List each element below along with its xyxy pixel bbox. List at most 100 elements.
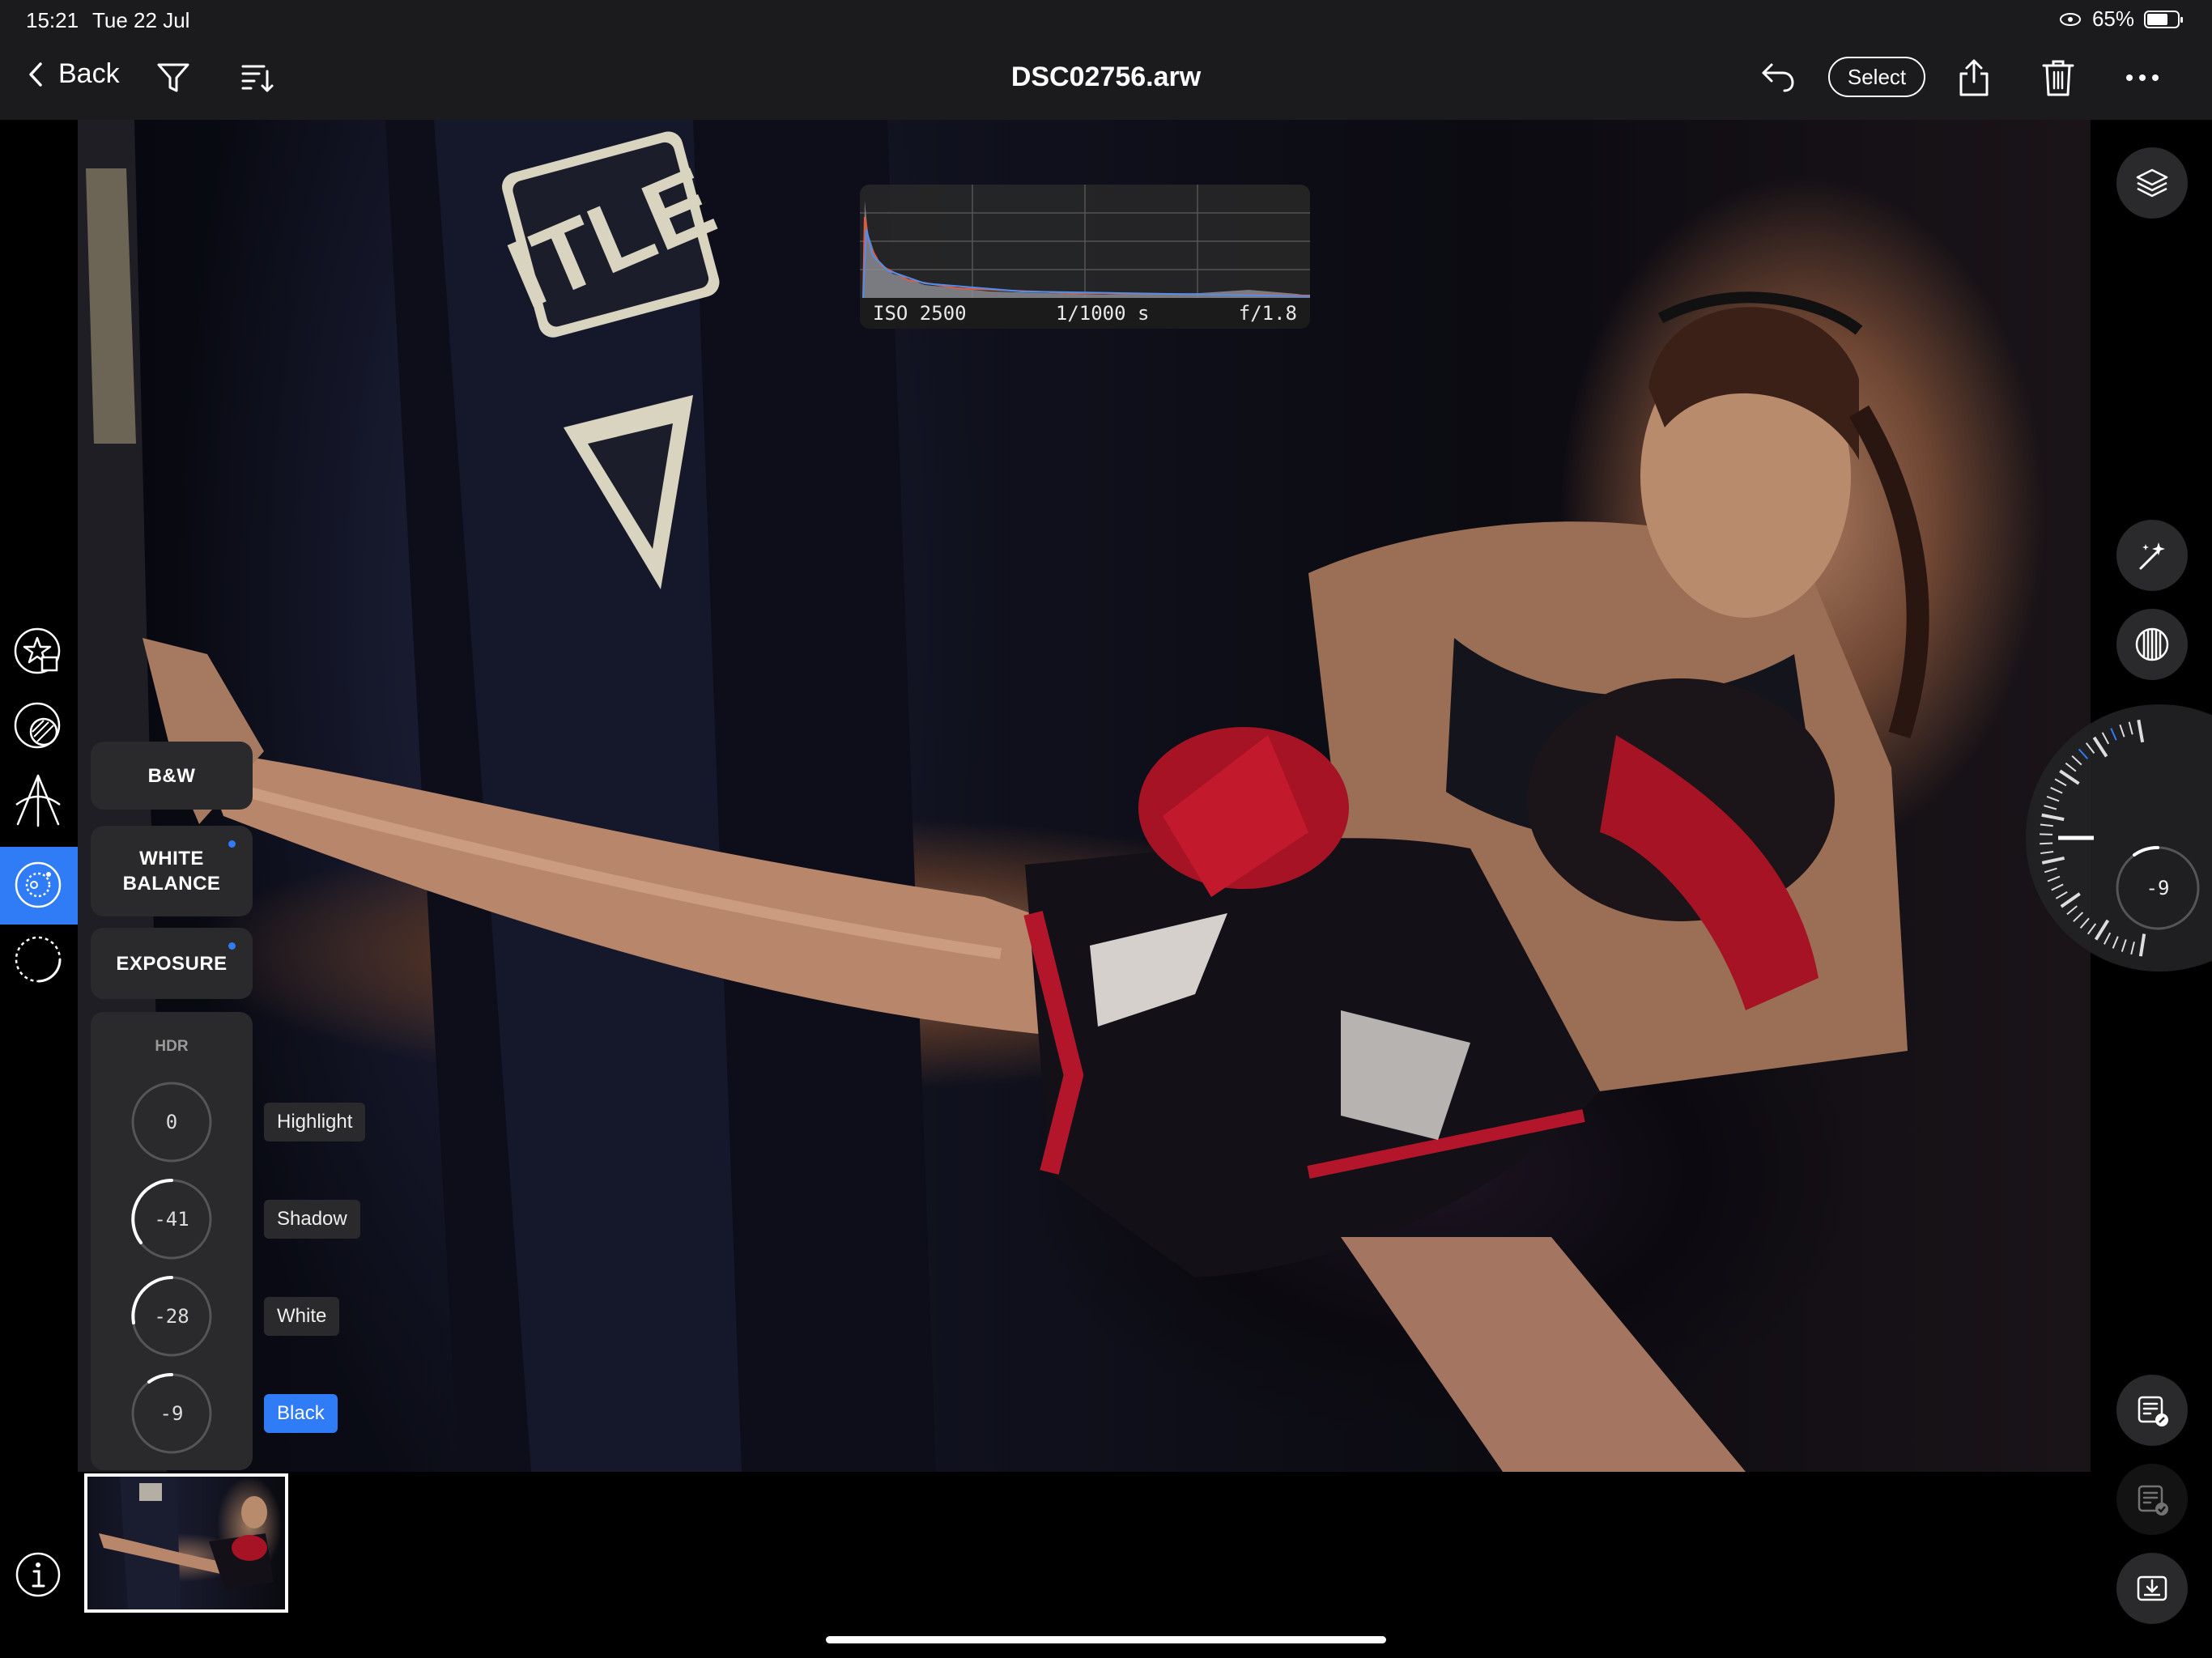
black-value: -9 xyxy=(160,1402,184,1425)
layers-icon xyxy=(2136,168,2168,198)
share-button[interactable] xyxy=(1953,57,1995,99)
black-label[interactable]: Black xyxy=(264,1394,338,1433)
export-button[interactable] xyxy=(2116,1553,2188,1624)
exif-aperture: f/1.8 xyxy=(1238,302,1297,325)
wheel-tick xyxy=(2137,719,2145,743)
wheel-tick xyxy=(2119,724,2125,738)
home-indicator[interactable] xyxy=(826,1636,1386,1643)
shadow-value: -41 xyxy=(154,1208,189,1231)
white-balance-button[interactable]: WHITE BALANCE xyxy=(91,826,253,916)
bw-button[interactable]: B&W xyxy=(91,742,253,810)
wheel-tick xyxy=(2055,891,2068,899)
exif-iso: ISO 2500 xyxy=(873,302,967,325)
wheel-tick xyxy=(2044,867,2057,874)
wheel-tick xyxy=(2087,923,2097,935)
auto-enhance-button[interactable] xyxy=(2116,520,2188,591)
wb-label-line1: WHITE xyxy=(139,848,204,869)
wb-label-line2: BALANCE xyxy=(122,873,221,895)
wheel-tick xyxy=(2066,905,2078,916)
filter-button[interactable] xyxy=(152,57,194,99)
left-tool-strip xyxy=(0,120,78,1658)
wheel-tick xyxy=(2046,795,2060,802)
wheel-tick xyxy=(2078,748,2089,759)
exif-readout: ISO 2500 1/1000 s f/1.8 xyxy=(860,298,1310,329)
wheel-value: -9 xyxy=(2146,877,2170,899)
exposure-button[interactable]: EXPOSURE xyxy=(91,928,253,999)
sort-icon xyxy=(241,65,274,92)
black-dial[interactable]: -9 xyxy=(130,1371,214,1456)
histogram-panel[interactable]: ISO 2500 1/1000 s f/1.8 xyxy=(860,185,1310,329)
adjust-copy-icon xyxy=(2138,1396,2168,1426)
wheel-tick xyxy=(2101,732,2110,745)
back-button[interactable]: Back xyxy=(28,58,120,90)
copy-adjustments-button[interactable] xyxy=(2116,1375,2188,1446)
paste-adjustments-button[interactable] xyxy=(2116,1464,2188,1535)
wheel-tick xyxy=(2040,851,2054,855)
exposure-label: EXPOSURE xyxy=(116,952,228,975)
status-bar: 15:21 Tue 22 Jul 65% xyxy=(0,0,2212,37)
tool-edit-crop[interactable] xyxy=(11,625,65,678)
modified-dot xyxy=(228,840,236,848)
white-value: -28 xyxy=(154,1305,189,1328)
shadow-dial[interactable]: -41 xyxy=(130,1177,214,1261)
wheel-tick xyxy=(2079,917,2090,929)
wheel-tick xyxy=(2104,932,2112,945)
vignette-icon xyxy=(15,936,62,983)
status-right: 65% xyxy=(2058,6,2183,32)
status-time: 15:21 xyxy=(26,8,79,32)
filter-icon xyxy=(157,63,189,92)
wheel-tick xyxy=(2094,919,2110,941)
chevron-left-icon xyxy=(29,62,42,87)
pattern-icon xyxy=(2135,627,2169,661)
wheel-tick xyxy=(2041,813,2065,822)
more-button[interactable] xyxy=(2121,57,2163,99)
battery-icon xyxy=(2144,10,2183,28)
wheel-tick xyxy=(2112,936,2119,949)
wheel-tick xyxy=(2054,778,2067,787)
select-button[interactable]: Select xyxy=(1828,57,1925,97)
info-button[interactable] xyxy=(11,1548,65,1601)
wheel-tick xyxy=(2047,875,2061,882)
layers-button[interactable] xyxy=(2116,147,2188,219)
top-toolbar: Back DSC02756.arw Select xyxy=(0,37,2212,120)
wheel-tick xyxy=(2059,769,2080,785)
wheel-tick xyxy=(2138,933,2146,957)
adjust-paste-icon xyxy=(2138,1485,2168,1516)
white-label[interactable]: White xyxy=(264,1297,340,1336)
star-crop-icon xyxy=(14,627,61,674)
wheel-tick xyxy=(2044,805,2057,810)
wheel-knob[interactable]: -9 xyxy=(2113,844,2202,933)
wheel-tick xyxy=(2060,892,2081,908)
tone-icon xyxy=(15,861,62,908)
tool-vignette[interactable] xyxy=(11,933,65,986)
undo-icon xyxy=(1762,63,1794,92)
wheel-tick xyxy=(2041,856,2065,865)
white-dial[interactable]: -28 xyxy=(130,1274,214,1358)
filmstrip-thumbnail[interactable] xyxy=(84,1473,288,1613)
orientation-lock-icon xyxy=(2059,12,2081,26)
wheel-tick xyxy=(2071,755,2082,766)
highlight-dial[interactable]: 0 xyxy=(130,1080,214,1164)
wheel-tick xyxy=(2110,728,2117,741)
exif-shutter: 1/1000 s xyxy=(1055,302,1150,325)
mask-icon xyxy=(14,702,61,749)
tool-perspective[interactable] xyxy=(11,774,65,827)
tool-mask[interactable] xyxy=(11,699,65,753)
modified-dot xyxy=(228,942,236,950)
wheel-tick xyxy=(2092,736,2108,758)
battery-percent: 65% xyxy=(2091,6,2134,31)
tool-tone[interactable] xyxy=(11,858,65,912)
wheel-tick xyxy=(2040,823,2053,827)
wheel-tick xyxy=(2128,721,2133,735)
histogram-graph xyxy=(860,185,1310,298)
highlight-label[interactable]: Highlight xyxy=(264,1103,366,1141)
sort-button[interactable] xyxy=(236,57,279,99)
pattern-button[interactable] xyxy=(2116,609,2188,680)
delete-button[interactable] xyxy=(2037,57,2079,99)
shadow-label[interactable]: Shadow xyxy=(264,1200,360,1239)
wheel-tick xyxy=(2040,842,2053,845)
trash-icon xyxy=(2042,60,2074,96)
undo-button[interactable] xyxy=(1757,57,1799,99)
magic-wand-icon xyxy=(2139,542,2165,570)
wheel-tick xyxy=(2130,942,2135,955)
